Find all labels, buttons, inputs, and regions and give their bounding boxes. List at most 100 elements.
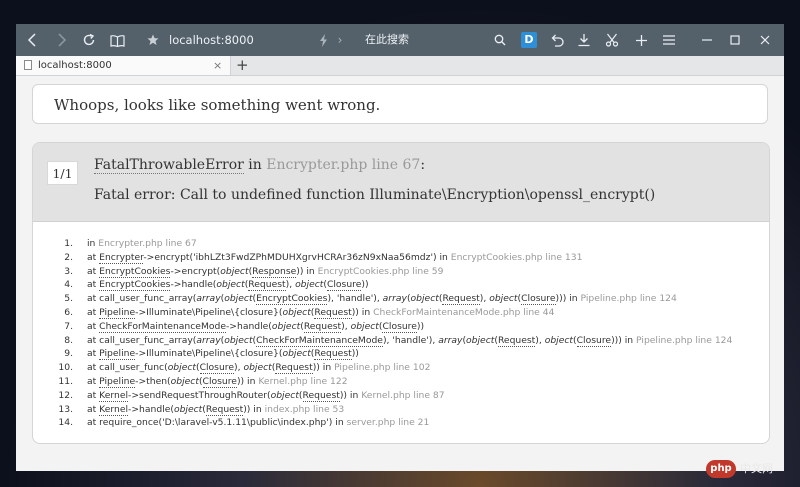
trace-class: CheckForMaintenanceMode xyxy=(99,320,226,333)
menu-button[interactable] xyxy=(660,24,678,56)
download-icon xyxy=(578,34,590,47)
new-tab-button[interactable]: + xyxy=(236,56,249,74)
trace-line: 11. at Pipeline->then(object(Closure)) in… xyxy=(55,375,732,389)
maximize-button[interactable] xyxy=(726,24,744,56)
trace-location: Kernel.php line 122 xyxy=(258,375,348,387)
trace-text: ( xyxy=(198,375,203,387)
trace-text: ( xyxy=(298,389,303,401)
undo-button[interactable] xyxy=(548,24,566,56)
search-button[interactable] xyxy=(492,24,508,56)
tab-close-icon[interactable]: × xyxy=(213,56,222,75)
book-icon xyxy=(109,34,125,47)
minimize-icon xyxy=(702,39,712,41)
trace-class: Pipeline xyxy=(99,306,136,319)
php-cn-watermark: php 中文网 xyxy=(706,458,788,480)
trace-number: 9. xyxy=(64,348,73,360)
whoops-message: Whoops, looks like something went wrong. xyxy=(54,96,381,114)
exception-in: in xyxy=(243,157,267,173)
trace-number: 11. xyxy=(58,375,73,387)
trace-text: at xyxy=(87,375,100,387)
close-icon xyxy=(760,35,770,45)
trace-type: object xyxy=(544,334,574,346)
trace-text: at xyxy=(87,348,100,360)
trace-text: )) in xyxy=(296,265,318,277)
favorite-button[interactable] xyxy=(144,24,162,56)
browser-window: localhost:8000 › 在此搜索 D localhost:8000 ×… xyxy=(16,24,784,471)
trace-number: 3. xyxy=(64,265,73,277)
trace-text: ), xyxy=(479,293,490,305)
tab-strip: localhost:8000 × + xyxy=(16,56,784,76)
trace-type: object xyxy=(224,293,253,305)
trace-text: ), xyxy=(341,320,351,332)
trace-line: 4. at EncryptCookies->handle(object(Reque… xyxy=(55,278,732,292)
trace-class: Request xyxy=(302,389,340,402)
trace-type: object xyxy=(271,320,301,332)
trace-location: Pipeline.php line 102 xyxy=(334,362,431,374)
tab-title: localhost:8000 xyxy=(38,60,112,71)
trace-line: 5. at call_user_func_array(array(object(E… xyxy=(55,292,732,306)
trace-text: ->encrypt('ibhLZt3FwdZPhMDUHXgrvHCRAr36z… xyxy=(143,251,437,263)
trace-text: at xyxy=(87,403,100,415)
minimize-button[interactable] xyxy=(698,24,716,56)
add-button[interactable] xyxy=(632,24,650,56)
trace-class: EncryptCookies xyxy=(256,293,328,306)
reading-view-button[interactable] xyxy=(106,24,128,56)
exception-counter: 1/1 xyxy=(47,161,78,185)
tab-localhost[interactable]: localhost:8000 × xyxy=(16,56,231,75)
back-arrow-icon xyxy=(27,33,36,47)
address-bar[interactable]: localhost:8000 xyxy=(169,24,254,56)
trace-number: 2. xyxy=(64,251,73,263)
trace-text: ->handle( xyxy=(170,279,217,291)
trace-text: )) xyxy=(351,348,359,360)
trace-text: at call_user_func_array( xyxy=(87,334,197,346)
trace-type: object xyxy=(224,334,253,346)
trace-type: object xyxy=(220,265,249,277)
trace-number: 5. xyxy=(64,293,73,305)
trace-class: Request xyxy=(248,279,286,292)
refresh-button[interactable] xyxy=(78,24,100,56)
screenshot-button[interactable] xyxy=(603,24,621,56)
exception-file: Encrypter.php line 67 xyxy=(266,157,421,173)
trace-class: Request xyxy=(442,293,480,306)
forward-button[interactable] xyxy=(50,24,72,56)
trace-type: object xyxy=(466,334,495,346)
close-window-button[interactable] xyxy=(756,24,774,56)
extension-d-button[interactable]: D xyxy=(521,32,537,48)
scissors-icon xyxy=(605,33,619,47)
trace-location: server.php line 21 xyxy=(346,417,430,429)
stack-trace: 1. in Encrypter.php line 67 2. at Encrypter… xyxy=(55,237,732,430)
trace-class: Request xyxy=(497,334,536,347)
trace-line: 8. at call_user_func_array(array(object(C… xyxy=(55,334,732,348)
trace-class: EncryptCookies xyxy=(99,279,171,292)
trace-text: )) xyxy=(416,320,425,332)
exception-header: 1/1 FatalThrowableError in Encrypter.php… xyxy=(33,143,769,222)
trace-class: CheckForMaintenanceMode xyxy=(256,334,383,347)
trace-class: Closure xyxy=(199,362,235,375)
trace-class: Encrypter xyxy=(99,251,144,264)
trace-type: object xyxy=(216,279,245,291)
trace-line: 3. at EncryptCookies->encrypt(object(Resp… xyxy=(55,265,732,279)
trace-line: 12. at Kernel->sendRequestThroughRouter(o… xyxy=(55,389,732,403)
search-icon xyxy=(494,34,506,46)
trace-number: 1. xyxy=(64,238,73,249)
trace-class: Closure xyxy=(382,320,417,333)
trace-text: at xyxy=(87,306,100,318)
trace-type: object xyxy=(489,293,518,305)
search-box[interactable]: 在此搜索 xyxy=(365,24,409,56)
exception-colon: : xyxy=(420,157,426,173)
download-button[interactable] xyxy=(575,24,593,56)
trace-type: object xyxy=(350,320,379,332)
browser-toolbar: localhost:8000 › 在此搜索 D xyxy=(16,24,784,56)
trace-text: in xyxy=(87,238,99,249)
menu-icon xyxy=(663,35,675,45)
php-logo: php xyxy=(706,460,736,478)
trace-class: Closure xyxy=(576,334,612,347)
trace-location: index.php line 53 xyxy=(264,403,345,415)
trace-text: ->handle( xyxy=(225,320,272,332)
whoops-panel: Whoops, looks like something went wrong. xyxy=(32,84,768,124)
watermark-text: 中文网 xyxy=(740,462,773,475)
back-button[interactable] xyxy=(22,24,44,56)
trace-type: array xyxy=(438,334,463,346)
accelerate-button[interactable] xyxy=(316,24,330,56)
trace-number: 14. xyxy=(58,417,73,429)
